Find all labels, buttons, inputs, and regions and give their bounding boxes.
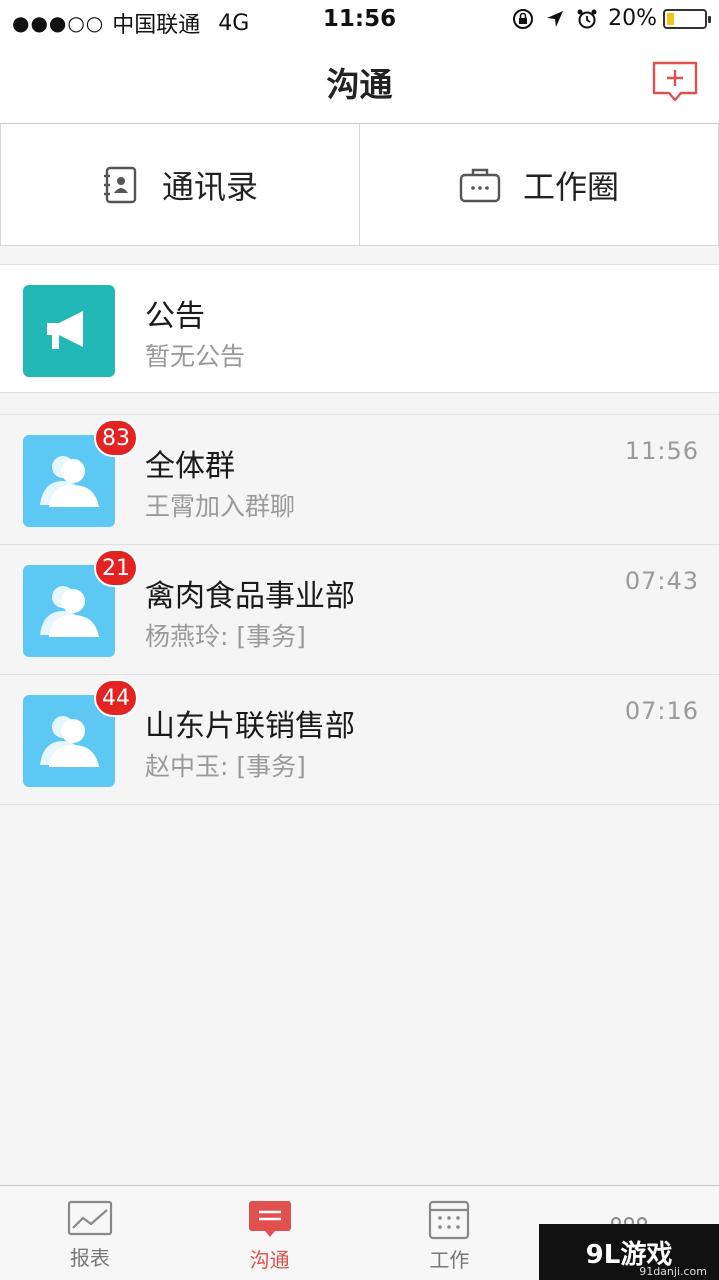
announcement-title: 公告 — [145, 299, 205, 334]
grid-calendar-icon — [429, 1200, 470, 1240]
unread-badge: 44 — [94, 679, 138, 717]
announcement-icon-tile — [23, 285, 115, 377]
chat-item[interactable]: 44 山东片联销售部 赵中玉: [事务] 07:16 — [0, 675, 719, 805]
chat-name: 全体群 — [145, 449, 235, 484]
site-watermark: 9L游戏 91danji.com — [539, 1224, 719, 1280]
announcement-row[interactable]: 公告 暂无公告 — [0, 264, 719, 393]
tab-reports[interactable]: 报表 — [0, 1186, 180, 1280]
nav-bar: 沟通 — [0, 40, 719, 124]
announcement-subtitle: 暂无公告 — [145, 342, 246, 371]
briefcase-icon — [459, 168, 501, 202]
unread-badge: 83 — [94, 419, 138, 457]
tab-work[interactable]: 工作 — [360, 1186, 540, 1280]
unread-badge: 21 — [94, 549, 138, 587]
contacts-button[interactable]: 通讯录 — [0, 124, 359, 245]
location-icon — [547, 10, 564, 27]
chat-time: 07:16 — [624, 697, 699, 725]
battery-icon — [663, 8, 711, 29]
chat-preview: 王霄加入群聊 — [145, 492, 296, 521]
tab-communication[interactable]: 沟通 — [180, 1186, 360, 1280]
chat-item[interactable]: 83 全体群 王霄加入群聊 11:56 — [0, 415, 719, 545]
orientation-lock-icon — [513, 8, 534, 29]
battery-level — [667, 12, 675, 25]
chat-name: 禽肉食品事业部 — [145, 579, 355, 614]
tab-reports-label: 报表 — [69, 1246, 110, 1270]
tab-work-label: 工作 — [429, 1248, 470, 1272]
megaphone-icon — [47, 311, 89, 349]
page-title: 沟通 — [326, 65, 393, 104]
chat-name: 山东片联销售部 — [145, 709, 355, 744]
chat-preview: 赵中玉: [事务] — [145, 752, 306, 781]
chat-time: 07:43 — [624, 567, 699, 595]
tab-communication-label: 沟通 — [249, 1248, 290, 1272]
work-circle-button[interactable]: 工作圈 — [359, 124, 719, 245]
work-circle-label: 工作圈 — [522, 167, 619, 206]
add-message-icon[interactable] — [651, 60, 699, 104]
status-right: 20% — [512, 6, 711, 31]
watermark-url: 91danji.com — [639, 1265, 707, 1278]
status-bar: ●●●○○ 中国联通 4G 11:56 20% — [0, 0, 719, 40]
contacts-icon — [103, 166, 137, 203]
quick-tabs: 通讯录 工作圈 — [0, 124, 719, 246]
chart-icon — [67, 1200, 112, 1236]
battery-percent: 20% — [608, 6, 657, 31]
alarm-icon — [577, 9, 597, 28]
chat-item[interactable]: 21 禽肉食品事业部 杨燕玲: [事务] 07:43 — [0, 545, 719, 675]
chat-time: 11:56 — [624, 437, 699, 465]
contacts-label: 通讯录 — [161, 167, 258, 206]
chat-preview: 杨燕玲: [事务] — [145, 622, 306, 651]
chat-icon — [248, 1201, 291, 1237]
chat-list: 83 全体群 王霄加入群聊 11:56 21 禽肉食品事业部 杨燕玲: [事务]… — [0, 414, 719, 805]
